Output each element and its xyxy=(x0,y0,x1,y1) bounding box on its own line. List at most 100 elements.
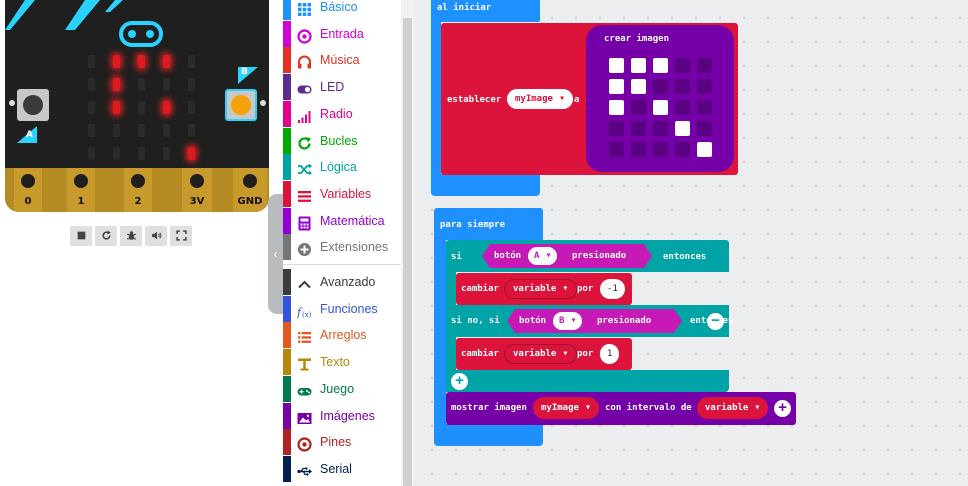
category-música[interactable]: Música xyxy=(283,47,401,74)
category-arreglos[interactable]: Arreglos xyxy=(283,322,401,349)
chevron-up-icon xyxy=(297,275,312,290)
button-b-dropdown[interactable]: B xyxy=(553,312,582,330)
blocks-workspace[interactable]: al iniciar establecer myImage a crear im… xyxy=(414,0,968,486)
if-block[interactable]: si botón A presionado entonces xyxy=(446,240,729,272)
image-pixel[interactable] xyxy=(653,58,668,73)
category-radio[interactable]: Radio xyxy=(283,100,401,127)
led xyxy=(163,147,170,160)
button-b-pressed-condition[interactable]: botón B presionado xyxy=(507,309,682,333)
image-pixel[interactable] xyxy=(675,58,690,73)
image-pixel[interactable] xyxy=(609,79,624,94)
category-label: Lógica xyxy=(320,160,357,175)
button-a-pressed-condition[interactable]: botón A presionado xyxy=(482,244,652,268)
category-matemática[interactable]: Matemática xyxy=(283,207,401,234)
debug-icon xyxy=(126,231,136,240)
debug-button[interactable] xyxy=(120,226,142,246)
image-pixel[interactable] xyxy=(609,100,624,115)
pin-0[interactable]: 0 xyxy=(14,168,42,212)
image-pixel[interactable] xyxy=(697,79,712,94)
change-variable-block[interactable]: cambiar variable por 1 xyxy=(456,338,632,370)
image-pixel[interactable] xyxy=(631,121,646,136)
show-image-block[interactable]: mostrar imagen myImage con intervalo de … xyxy=(446,392,796,425)
category-entrada[interactable]: Entrada xyxy=(283,20,401,47)
pin-gnd[interactable]: GND xyxy=(233,168,267,212)
image-variable-dropdown[interactable]: myImage xyxy=(533,397,599,419)
stop-button[interactable] xyxy=(70,226,92,246)
variable-dropdown[interactable]: variable xyxy=(504,279,578,299)
image-pixel[interactable] xyxy=(631,79,646,94)
image-pixel[interactable] xyxy=(675,79,690,94)
change-amount-input[interactable]: -1 xyxy=(600,279,625,299)
image-pixel[interactable] xyxy=(631,142,646,157)
scrollbar-thumb[interactable] xyxy=(403,18,412,486)
create-image-block[interactable]: crear imagen xyxy=(586,25,734,172)
if-footer[interactable]: + xyxy=(446,370,729,392)
pin-3v[interactable]: 3V xyxy=(182,168,212,212)
grid-icon xyxy=(297,0,312,16)
category-variables[interactable]: Variables xyxy=(283,180,401,207)
interval-variable-dropdown[interactable]: variable xyxy=(697,397,769,419)
image-pixel[interactable] xyxy=(631,100,646,115)
image-pixel[interactable] xyxy=(697,100,712,115)
pin-1[interactable]: 1 xyxy=(67,168,95,212)
category-imágenes[interactable]: Imágenes xyxy=(283,402,401,429)
led xyxy=(188,55,195,68)
expand-icon[interactable]: + xyxy=(774,400,791,417)
image-pixel[interactable] xyxy=(609,121,624,136)
category-color-stripe xyxy=(283,295,291,322)
category-texto[interactable]: Texto xyxy=(283,349,401,376)
image-pixel[interactable] xyxy=(697,58,712,73)
change-variable-block[interactable]: cambiar variable por -1 xyxy=(456,273,632,305)
pin-2[interactable]: 2 xyxy=(124,168,152,212)
category-bucles[interactable]: Bucles xyxy=(283,127,401,154)
button-a[interactable] xyxy=(17,89,49,121)
remove-else-if-icon[interactable]: − xyxy=(707,313,724,330)
forever-block[interactable]: para siempre xyxy=(434,208,543,240)
image-pixel[interactable] xyxy=(609,58,624,73)
led xyxy=(163,78,170,91)
category-serial[interactable]: Serial xyxy=(283,455,401,482)
category-avanzado[interactable]: Avanzado xyxy=(283,269,401,295)
category-led[interactable]: LED xyxy=(283,74,401,101)
button-a-dropdown[interactable]: A xyxy=(528,247,557,265)
category-lógica[interactable]: Lógica xyxy=(283,154,401,181)
category-label: Extensiones xyxy=(320,240,389,255)
image-pixel[interactable] xyxy=(675,121,690,136)
sound-button[interactable] xyxy=(145,226,167,246)
fullscreen-button[interactable] xyxy=(170,226,192,246)
category-color-stripe xyxy=(283,402,291,429)
pin-hole xyxy=(241,172,259,190)
category-pines[interactable]: Pines xyxy=(283,429,401,456)
variable-dropdown[interactable]: variable xyxy=(504,344,578,364)
fullscreen-icon xyxy=(175,230,187,241)
category-color-stripe xyxy=(283,154,291,181)
variable-dropdown[interactable]: myImage xyxy=(507,89,573,109)
image-icon xyxy=(297,409,312,424)
image-pixel[interactable] xyxy=(631,58,646,73)
on-start-block[interactable]: al iniciar xyxy=(431,0,540,22)
category-extensiones[interactable]: Extensiones xyxy=(283,234,401,261)
image-pixel[interactable] xyxy=(653,142,668,157)
collapse-simulator-button[interactable]: ‹ xyxy=(268,194,283,314)
image-pixel[interactable] xyxy=(697,121,712,136)
button-b[interactable] xyxy=(225,89,257,121)
toolbox-scrollbar[interactable] xyxy=(401,0,414,486)
image-pixel[interactable] xyxy=(653,121,668,136)
led xyxy=(188,124,195,137)
image-pixel[interactable] xyxy=(697,142,712,157)
image-pixel[interactable] xyxy=(609,142,624,157)
change-amount-input[interactable]: 1 xyxy=(600,344,620,364)
image-pixel[interactable] xyxy=(675,142,690,157)
category-funciones[interactable]: f (x) Funciones xyxy=(283,295,401,322)
else-if-block[interactable]: si no, si botón B presionado entonces − xyxy=(446,305,733,337)
restart-button[interactable] xyxy=(95,226,117,246)
category-básico[interactable]: Básico xyxy=(283,0,401,20)
image-pixel[interactable] xyxy=(675,100,690,115)
side-hole xyxy=(260,100,266,106)
category-color-stripe xyxy=(283,47,291,74)
add-else-icon[interactable]: + xyxy=(451,373,468,390)
image-pixel[interactable] xyxy=(653,100,668,115)
image-pixel[interactable] xyxy=(653,79,668,94)
else-if-label: si no, si xyxy=(451,316,500,326)
category-juego[interactable]: Juego xyxy=(283,375,401,402)
